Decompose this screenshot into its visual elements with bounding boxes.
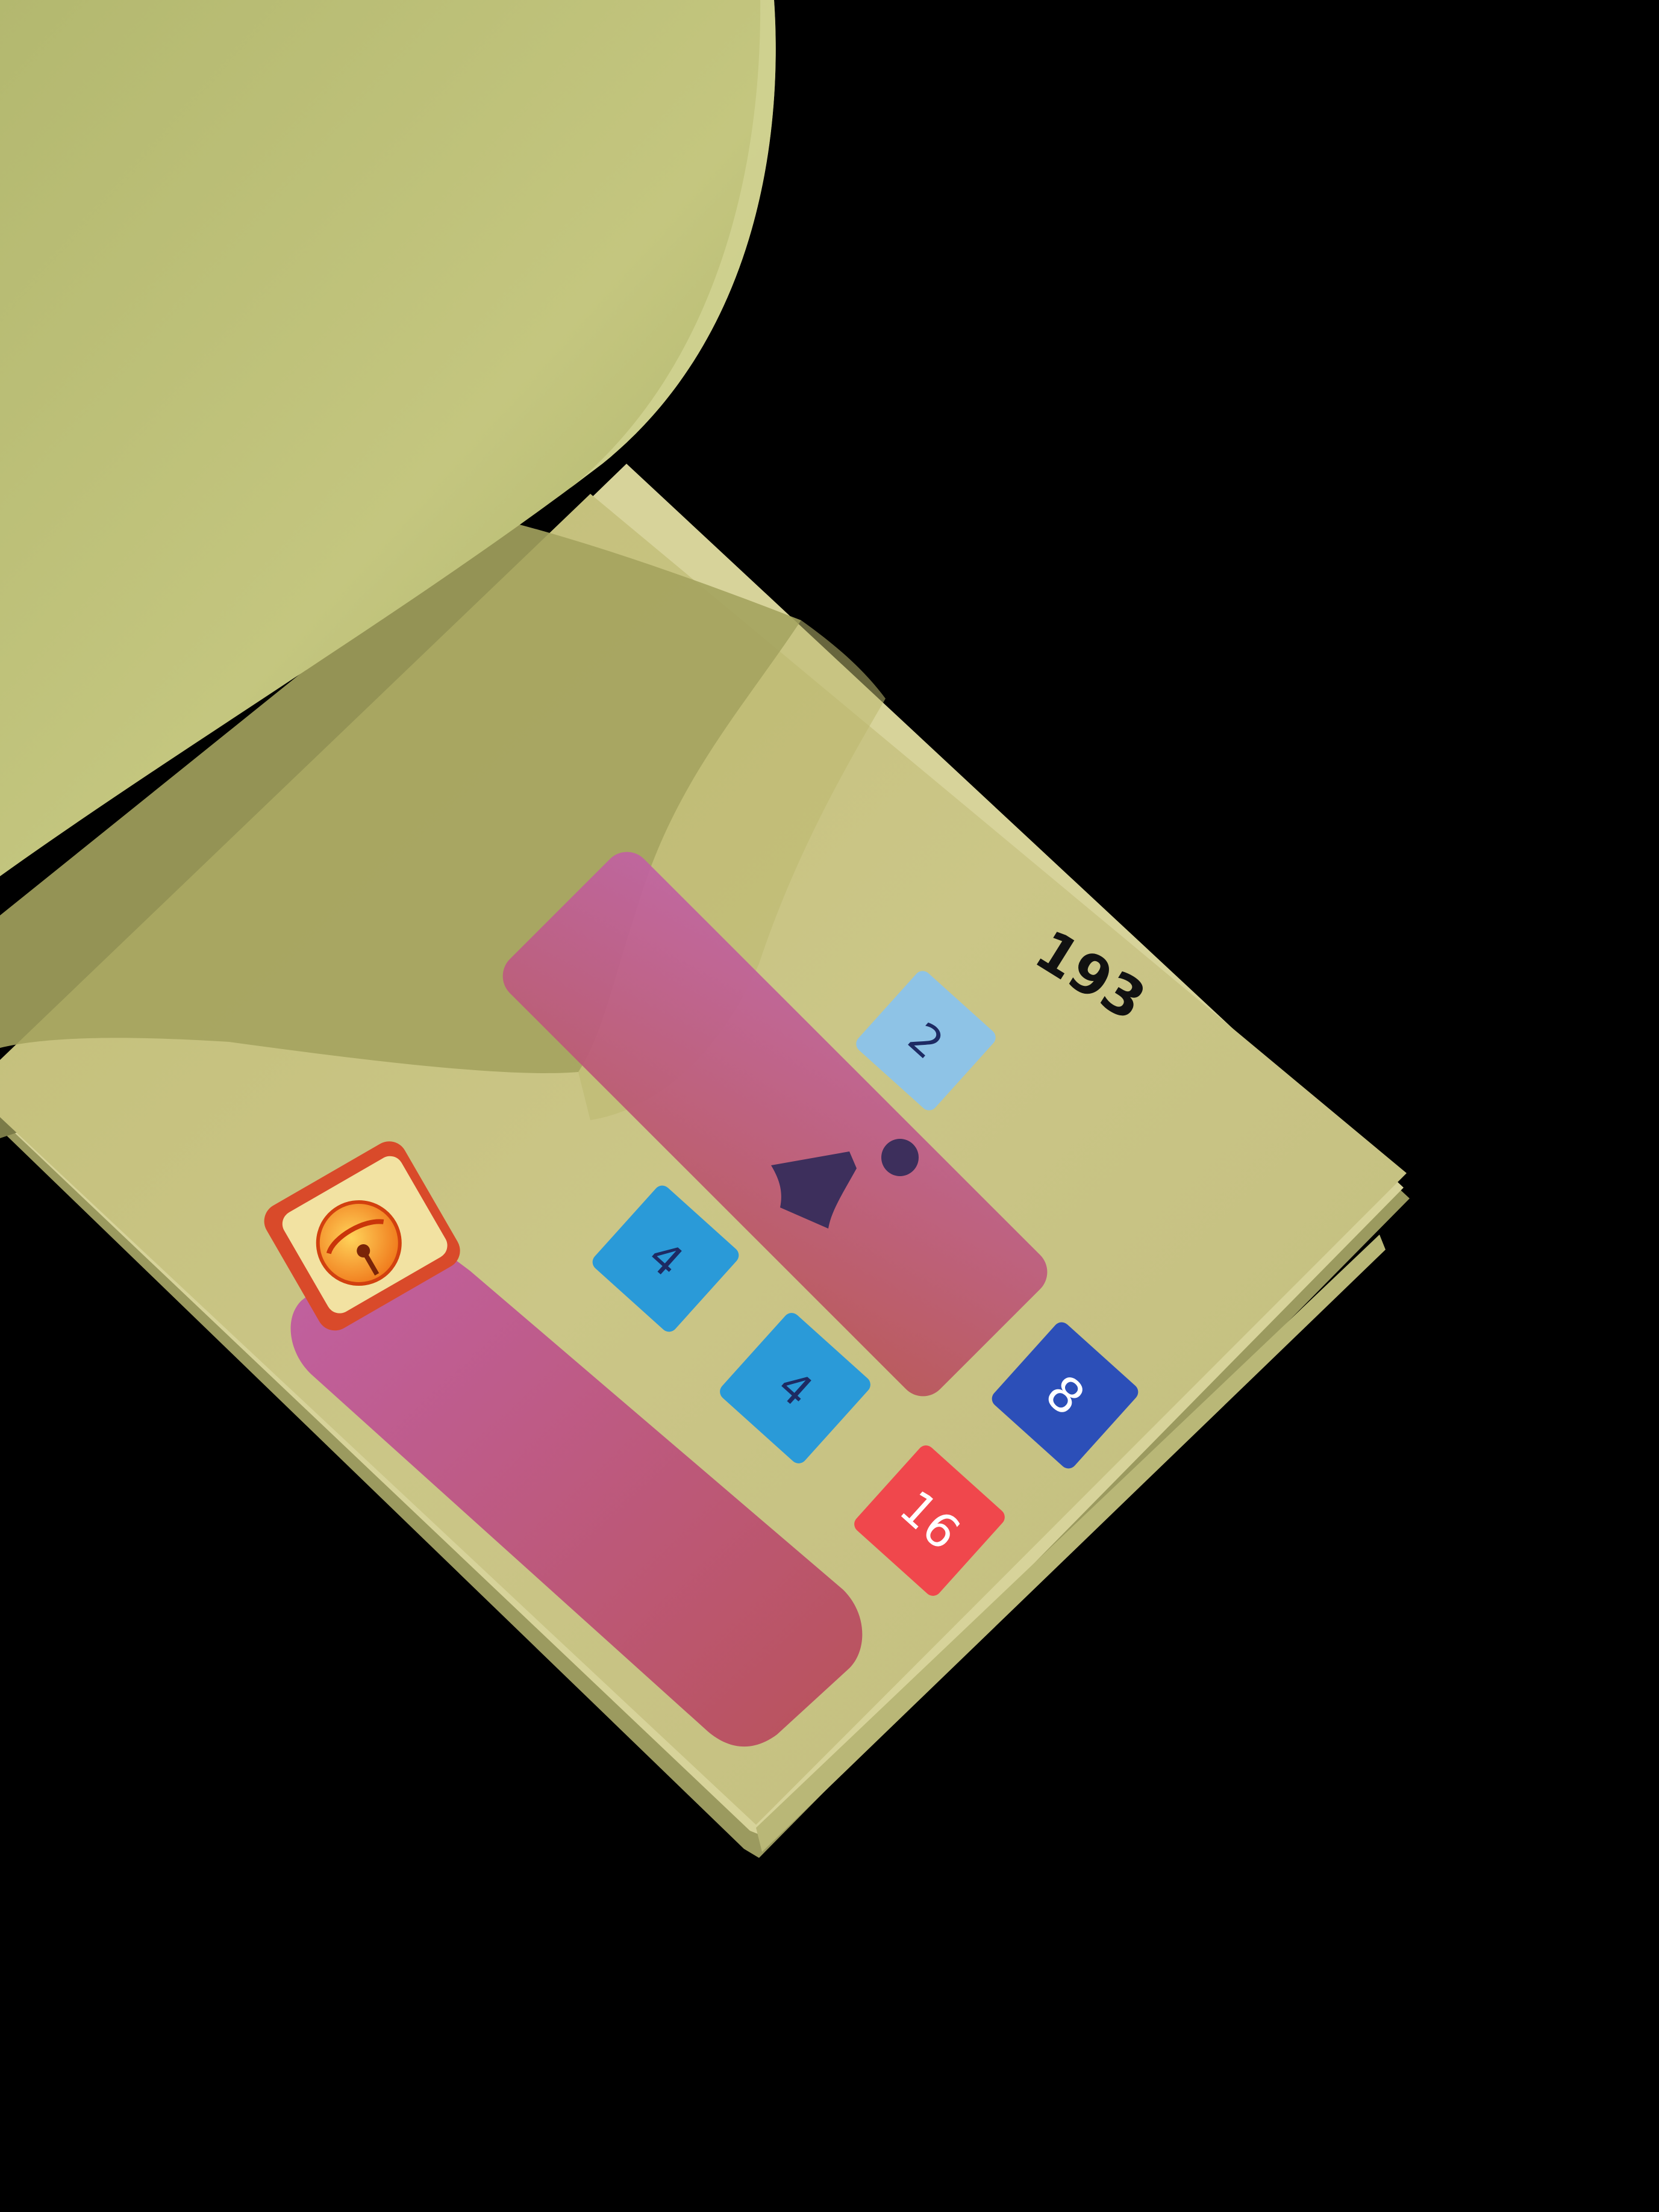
player-dot xyxy=(881,1139,919,1176)
book-photo: 193 244 816 xyxy=(0,0,1659,2212)
